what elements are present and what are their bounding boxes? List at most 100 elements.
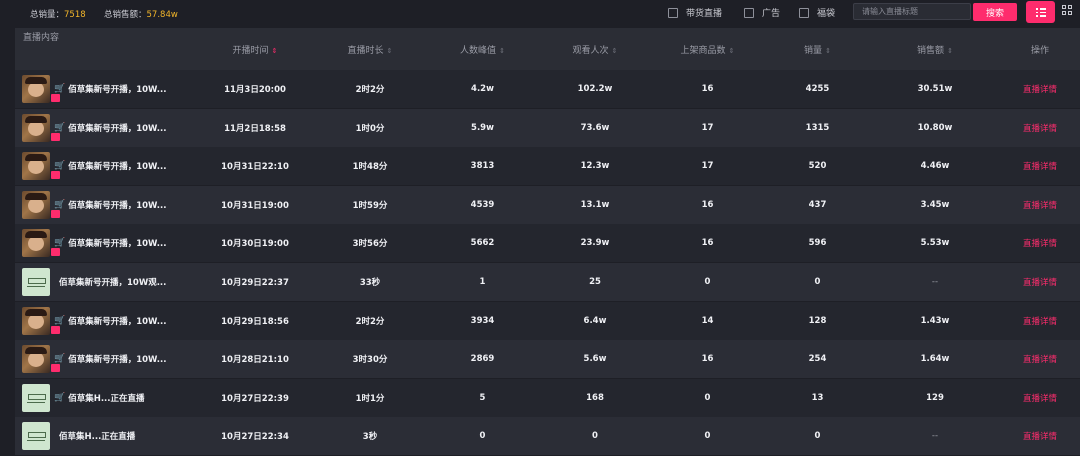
start-time-cell: 11月3日20:00 — [224, 85, 286, 95]
filter-livestream-selling[interactable]: 带货直播 — [668, 6, 722, 19]
live-title[interactable]: 佰草集H...正在直播 — [59, 430, 135, 442]
search-input[interactable] — [853, 3, 971, 20]
live-title[interactable]: 佰草集新号开播，10W... — [68, 315, 166, 327]
total-views-cell: 5.6w — [583, 354, 607, 365]
sort-icon[interactable]: ⇕ — [947, 47, 953, 55]
table-row: 🛒 佰草集新号开播，10W... 10月31日19:00 1时59分 4539 13.1w… — [15, 185, 1080, 224]
checkbox[interactable] — [744, 7, 754, 18]
gmv-cell: 30.51w — [917, 84, 953, 94]
gift-icon — [51, 94, 60, 102]
start-time-cell: 10月27日22:39 — [221, 393, 289, 404]
column-header-label: 销量 — [804, 45, 823, 56]
live-detail-link[interactable]: 直播详情 — [1000, 276, 1080, 288]
sales-count-cell: 437 — [808, 199, 827, 210]
live-content-cell: 🛒 佰草集新号开播，10W... — [15, 186, 195, 224]
live-cover-thumbnail[interactable] — [22, 268, 50, 296]
sort-icon[interactable]: ⇕ — [825, 47, 831, 55]
list-view-icon[interactable] — [1026, 1, 1055, 23]
sort-icon[interactable]: ⇕ — [729, 47, 735, 55]
search-button[interactable]: 搜索 — [973, 3, 1017, 21]
start-time-cell: 10月31日19:00 — [221, 200, 289, 211]
column-header[interactable]: 人数峰值 ⇕ — [425, 43, 540, 56]
table-row: 🛒 佰草集新号开播，10W... 10月31日22:10 1时48分 3813 12.3w… — [15, 147, 1080, 186]
filter-ads[interactable]: 广告 — [744, 6, 780, 19]
live-detail-link[interactable]: 直播详情 — [1000, 392, 1080, 404]
live-cover-thumbnail[interactable] — [22, 306, 50, 335]
total-sales-stat: 总销量：7518 — [30, 8, 86, 20]
live-detail-link[interactable]: 直播详情 — [1000, 315, 1080, 327]
column-header-label: 直播时长 — [347, 45, 384, 56]
product-count-cell: 16 — [701, 238, 714, 249]
column-header-label: 观看人次 — [572, 45, 609, 56]
live-content-cell: 🛒 佰草集新号开播，10W... — [15, 340, 195, 378]
start-time-cell: 10月30日19:00 — [221, 239, 289, 250]
live-detail-link[interactable]: 直播详情 — [1000, 237, 1080, 249]
column-header[interactable]: 直播时长 ⇕ — [315, 43, 425, 56]
table-header: 直播内容 开播时间 ⇕ 直播时长 ⇕ 人数峰值 ⇕ 观看人次 ⇕ 上架商品数 ⇕ 销量 ⇕ 销售额 ⇕ 操作 — [15, 28, 1080, 70]
gmv-cell: 3.45w — [920, 199, 950, 210]
live-title[interactable]: 佰草集新号开播，10W... — [68, 160, 166, 172]
column-header[interactable]: 销售额 ⇕ — [870, 43, 1000, 56]
live-title[interactable]: 佰草集新号开播，10W... — [68, 83, 166, 95]
total-views-cell: 13.1w — [580, 199, 610, 210]
live-content-cell: 🛒 佰草集H...正在直播 — [15, 379, 195, 417]
table-row: 佰草集H...正在直播 10月27日22:34 3秒 0 0 0 0 -- 直播详情 — [15, 417, 1080, 456]
column-header[interactable]: 上架商品数 ⇕ — [650, 43, 765, 56]
column-header[interactable]: 观看人次 ⇕ — [540, 43, 650, 56]
live-detail-link[interactable]: 直播详情 — [1000, 199, 1080, 211]
live-title[interactable]: 佰草集H...正在直播 — [68, 392, 144, 404]
summary-bar: 总销量：7518 总销售额：57.84w 带货直播 广告 福袋 搜索 — [0, 0, 1080, 28]
live-detail-link[interactable]: 直播详情 — [1000, 430, 1080, 442]
filter-lucky-bag[interactable]: 福袋 — [799, 6, 835, 19]
column-header[interactable]: 销量 ⇕ — [765, 43, 870, 56]
live-detail-link[interactable]: 直播详情 — [1000, 160, 1080, 172]
live-detail-link[interactable]: 直播详情 — [1000, 122, 1080, 134]
sort-icon[interactable]: ⇕ — [387, 47, 393, 55]
gift-icon — [51, 325, 60, 334]
duration-cell: 1时1分 — [355, 393, 385, 404]
product-count-cell: 16 — [701, 199, 714, 210]
total-views-cell: 12.3w — [580, 161, 610, 172]
duration-cell: 2时2分 — [355, 85, 385, 95]
sales-count-cell: 4255 — [805, 84, 830, 94]
live-content-cell: 🛒 佰草集新号开播，10W... — [15, 109, 195, 147]
sales-count-cell: 0 — [814, 431, 821, 442]
live-title[interactable]: 佰草集新号开播，10W观... — [59, 276, 166, 288]
shopping-cart-icon: 🛒 — [54, 161, 66, 172]
sort-icon[interactable]: ⇕ — [499, 47, 505, 55]
total-gmv-label: 总销售额： — [104, 10, 147, 20]
sales-count-cell: 520 — [808, 161, 827, 172]
live-content-cell: 🛒 佰草集新号开播，10W... — [15, 302, 195, 340]
live-detail-link[interactable]: 直播详情 — [1000, 353, 1080, 365]
peak-viewers-cell: 2869 — [470, 354, 495, 365]
start-time-cell: 11月2日18:58 — [224, 123, 286, 134]
gmv-cell: 129 — [926, 392, 944, 403]
live-cover-thumbnail[interactable] — [22, 152, 50, 181]
live-cover-thumbnail[interactable] — [22, 190, 50, 219]
sort-icon[interactable]: ⇕ — [272, 47, 278, 55]
live-cover-thumbnail[interactable] — [22, 383, 50, 412]
live-title[interactable]: 佰草集新号开播，10W... — [68, 199, 166, 211]
column-header[interactable]: 开播时间 ⇕ — [195, 43, 315, 56]
product-count-cell: 17 — [701, 122, 714, 133]
live-cover-thumbnail[interactable] — [22, 422, 50, 451]
live-title[interactable]: 佰草集新号开播，10W... — [68, 237, 166, 249]
product-count-cell: 0 — [704, 431, 711, 442]
live-cover-thumbnail[interactable] — [22, 229, 50, 258]
live-title[interactable]: 佰草集新号开播，10W... — [68, 353, 166, 365]
table-row: 佰草集新号开播，10W观... 10月29日22:37 33秒 1 25 0 0 -- 直播详情 — [15, 263, 1080, 301]
live-cover-thumbnail[interactable] — [22, 113, 50, 142]
total-gmv-stat: 总销售额：57.84w — [104, 8, 178, 20]
column-header: 操作 — [1000, 43, 1080, 56]
live-detail-link[interactable]: 直播详情 — [1000, 83, 1080, 95]
checkbox[interactable] — [668, 7, 678, 18]
checkbox[interactable] — [799, 7, 809, 18]
live-cover-thumbnail[interactable] — [22, 345, 50, 374]
sort-icon[interactable]: ⇕ — [612, 47, 618, 55]
live-title[interactable]: 佰草集新号开播，10W... — [68, 122, 166, 134]
grid-view-icon[interactable] — [1062, 5, 1074, 17]
live-cover-thumbnail[interactable] — [22, 75, 50, 103]
shopping-cart-icon: 🛒 — [54, 84, 66, 94]
total-sales-label: 总销量： — [30, 10, 65, 20]
total-sales-value: 7518 — [64, 10, 86, 20]
